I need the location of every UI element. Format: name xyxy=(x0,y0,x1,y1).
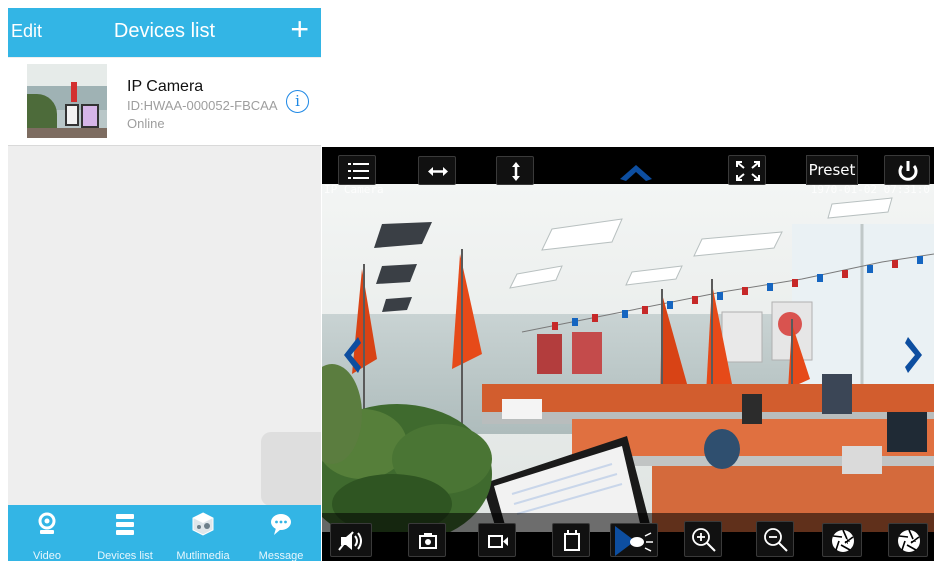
device-list-item[interactable]: IP Camera ID:HWAA-000052-FBCAA Online i xyxy=(8,58,321,146)
info-icon[interactable]: i xyxy=(286,90,309,113)
devices-list-screen: Edit Devices list + IP Camera ID:HWAA-00… xyxy=(8,8,321,561)
pan-left-arrow-icon[interactable] xyxy=(340,335,362,375)
power-icon[interactable] xyxy=(884,155,930,185)
tab-message[interactable]: Message xyxy=(242,505,320,561)
tab-label: Message xyxy=(258,550,304,561)
pan-right-arrow-icon[interactable] xyxy=(904,335,926,375)
list-icon xyxy=(116,514,134,535)
device-name: IP Camera xyxy=(127,78,204,95)
device-status: Online xyxy=(127,116,165,131)
zoom-in-icon[interactable] xyxy=(684,521,722,557)
message-icon xyxy=(271,514,291,535)
pan-up-arrow-icon[interactable] xyxy=(618,163,654,183)
record-video-icon[interactable] xyxy=(478,523,516,557)
tab-video[interactable]: Video xyxy=(8,505,86,561)
multimedia-icon xyxy=(192,512,214,536)
top-navigation-bar: Edit Devices list + xyxy=(8,8,321,57)
tab-label: Mutlimedia xyxy=(176,550,230,561)
tab-label: Video xyxy=(33,550,61,561)
cruise-icon[interactable] xyxy=(552,523,590,557)
camera-feed[interactable] xyxy=(322,184,934,532)
tab-label: Devices list xyxy=(97,550,153,561)
plus-icon[interactable]: + xyxy=(290,11,309,47)
svg-text:−: − xyxy=(910,537,917,546)
iris-open-icon[interactable]: + xyxy=(822,523,862,557)
light-icon[interactable] xyxy=(610,523,658,557)
snapshot-camera-icon[interactable] xyxy=(408,523,446,557)
device-id: ID:HWAA-000052-FBCAA xyxy=(127,98,278,113)
vertical-flip-icon[interactable] xyxy=(496,156,534,185)
live-video-panel: IP Camera 1970-01-02 07:31:0 Preset + − xyxy=(322,147,934,561)
camera-icon xyxy=(38,512,56,534)
svg-text:+: + xyxy=(844,537,851,546)
camera-thumbnail xyxy=(27,64,107,138)
horizontal-flip-icon[interactable] xyxy=(418,156,456,185)
tab-multimedia[interactable]: Mutlimedia xyxy=(164,505,242,561)
floating-handle[interactable] xyxy=(261,432,321,506)
speaker-icon[interactable] xyxy=(330,523,372,557)
zoom-out-icon[interactable] xyxy=(756,521,794,557)
iris-close-icon[interactable]: − xyxy=(888,523,928,557)
bottom-control-bar: + − xyxy=(322,513,934,561)
top-control-bar: Preset xyxy=(322,147,934,187)
menu-list-icon[interactable] xyxy=(338,155,376,185)
page-title: Devices list xyxy=(113,20,216,42)
camera-feed-image xyxy=(322,184,934,532)
fullscreen-icon[interactable] xyxy=(728,155,766,185)
bottom-tab-bar: Video Devices list Mutlimedia Message xyxy=(8,505,321,561)
preset-button[interactable]: Preset xyxy=(806,155,858,185)
tab-devices-list[interactable]: Devices list xyxy=(86,505,164,561)
